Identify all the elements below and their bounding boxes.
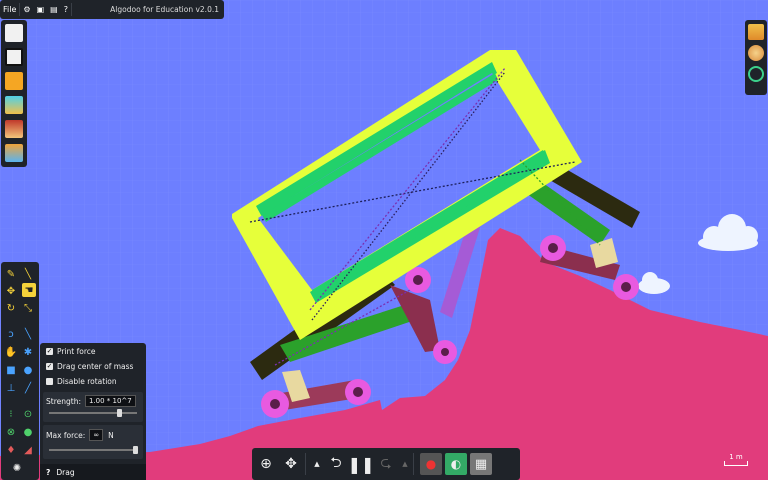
- strength-section: Strength: 1.00 * 10^7: [43, 392, 143, 422]
- help-bar: ? Drag: [40, 464, 146, 480]
- tools-panel: ✎ ╲ ✥ ☚ ↻ ⤡ ↄ ╲ ✋ ✱ ■ ● ⊥ ╱ ⁝ ⊙ ⊗ ● ♦ ◢ …: [1, 262, 39, 480]
- max-force-slider[interactable]: [49, 446, 138, 454]
- separator: [70, 3, 72, 16]
- box-tool-icon[interactable]: ■: [5, 364, 17, 376]
- separator: [413, 453, 414, 475]
- help-icon[interactable]: ?: [61, 0, 71, 19]
- disable-rotation-option[interactable]: Disable rotation: [46, 377, 117, 386]
- disable-rotation-label: Disable rotation: [57, 377, 117, 386]
- plane-tool-icon[interactable]: ⊥: [5, 382, 17, 394]
- max-force-value-field[interactable]: ∞: [89, 429, 104, 441]
- strength-value-field[interactable]: 1.00 * 10^7: [84, 395, 136, 407]
- rope-tool-icon[interactable]: ↄ: [5, 328, 17, 340]
- cut-tool-icon[interactable]: ╲: [22, 268, 34, 280]
- bottom-toolbar: ⊕ ✥ ▲ ⮌ ❚❚ ⮎ ▲ ● ◐ ▦: [252, 448, 520, 480]
- screen-icon[interactable]: ▤: [47, 0, 61, 19]
- thruster-tool-icon[interactable]: ●: [22, 426, 34, 438]
- character-icon[interactable]: [5, 120, 23, 138]
- sketch-tool-icon[interactable]: ✎: [5, 268, 17, 280]
- spring-tool-icon[interactable]: ⁝: [5, 408, 17, 420]
- scale-bar: [724, 461, 748, 466]
- circle-tool-icon[interactable]: ●: [22, 364, 34, 376]
- max-force-label: Max force:: [46, 430, 86, 440]
- max-force-section: Max force: ∞ N: [43, 425, 143, 459]
- gear-icon[interactable]: ⚙: [20, 0, 33, 19]
- undo-icon[interactable]: ⮌: [325, 453, 347, 475]
- right-toolbar: [745, 20, 767, 95]
- drag-options-panel: ✓ Print force ✓ Drag center of mass Disa…: [40, 343, 146, 480]
- chain-tool-icon[interactable]: ╲: [22, 328, 34, 340]
- top-menu-bar: File ⚙ ▣ ▤ ? Algodoo for Education v2.0.…: [0, 0, 224, 19]
- gear-tool-icon[interactable]: ✱: [22, 346, 34, 358]
- palette-icon[interactable]: [748, 45, 764, 61]
- scale-indicator: 1 m: [724, 453, 748, 466]
- open-scene-icon[interactable]: [5, 48, 23, 66]
- hand-tool-icon[interactable]: ✋: [5, 346, 17, 358]
- strength-slider[interactable]: [49, 409, 137, 417]
- redo-icon[interactable]: ⮎: [375, 453, 397, 475]
- drag-center-label: Drag center of mass: [57, 362, 134, 371]
- move-tool-icon[interactable]: ✥: [5, 285, 17, 297]
- phunlets-icon[interactable]: [5, 96, 23, 114]
- app-title: Algodoo for Education v2.0.1: [110, 5, 219, 14]
- fixate-tool-icon[interactable]: ⊙: [22, 408, 34, 420]
- window-icon[interactable]: ▣: [34, 0, 48, 19]
- layers-icon[interactable]: [748, 24, 764, 40]
- drag-center-option[interactable]: ✓ Drag center of mass: [46, 362, 133, 371]
- zoom-icon[interactable]: ⊕: [255, 453, 277, 475]
- print-force-checkbox[interactable]: ✓: [46, 348, 53, 355]
- zoom-reset-icon[interactable]: [748, 66, 764, 82]
- record-icon[interactable]: ●: [420, 453, 442, 475]
- scenes-icon[interactable]: [5, 144, 23, 162]
- max-force-slider-knob[interactable]: [133, 446, 138, 454]
- particle-tool-icon[interactable]: ✺: [11, 462, 23, 474]
- tracer-tool-icon[interactable]: ♦: [5, 444, 17, 456]
- grid-icon[interactable]: ▦: [470, 453, 492, 475]
- print-force-option[interactable]: ✓ Print force: [46, 347, 96, 356]
- help-label: Drag: [56, 467, 75, 477]
- max-force-unit: N: [108, 430, 114, 440]
- scale-label: 1 m: [729, 453, 743, 461]
- folder-icon[interactable]: [5, 72, 23, 90]
- disable-rotation-checkbox[interactable]: [46, 378, 53, 385]
- hinge-tool-icon[interactable]: ⊗: [5, 426, 17, 438]
- separator: [305, 453, 306, 475]
- laser-tool-icon[interactable]: ◢: [22, 444, 34, 456]
- speed-icon[interactable]: ◐: [445, 453, 467, 475]
- pause-icon[interactable]: ❚❚: [348, 453, 375, 475]
- print-force-label: Print force: [57, 347, 96, 356]
- move-icon[interactable]: ✥: [280, 453, 302, 475]
- file-menu[interactable]: File: [0, 0, 19, 19]
- pen-tool-icon[interactable]: ╱: [22, 382, 34, 394]
- strength-slider-knob[interactable]: [117, 409, 123, 417]
- scale-tool-icon[interactable]: ⤡: [22, 302, 34, 314]
- new-scene-icon[interactable]: [5, 24, 23, 42]
- file-toolbar: [1, 20, 27, 167]
- drag-tool-icon[interactable]: ☚: [22, 283, 36, 297]
- drag-center-checkbox[interactable]: ✓: [46, 363, 53, 370]
- rotate-tool-icon[interactable]: ↻: [5, 302, 17, 314]
- strength-label: Strength:: [46, 396, 81, 406]
- help-icon[interactable]: ?: [46, 468, 50, 477]
- up-arrow-icon[interactable]: ▲: [400, 453, 410, 475]
- up-arrow-icon[interactable]: ▲: [312, 453, 322, 475]
